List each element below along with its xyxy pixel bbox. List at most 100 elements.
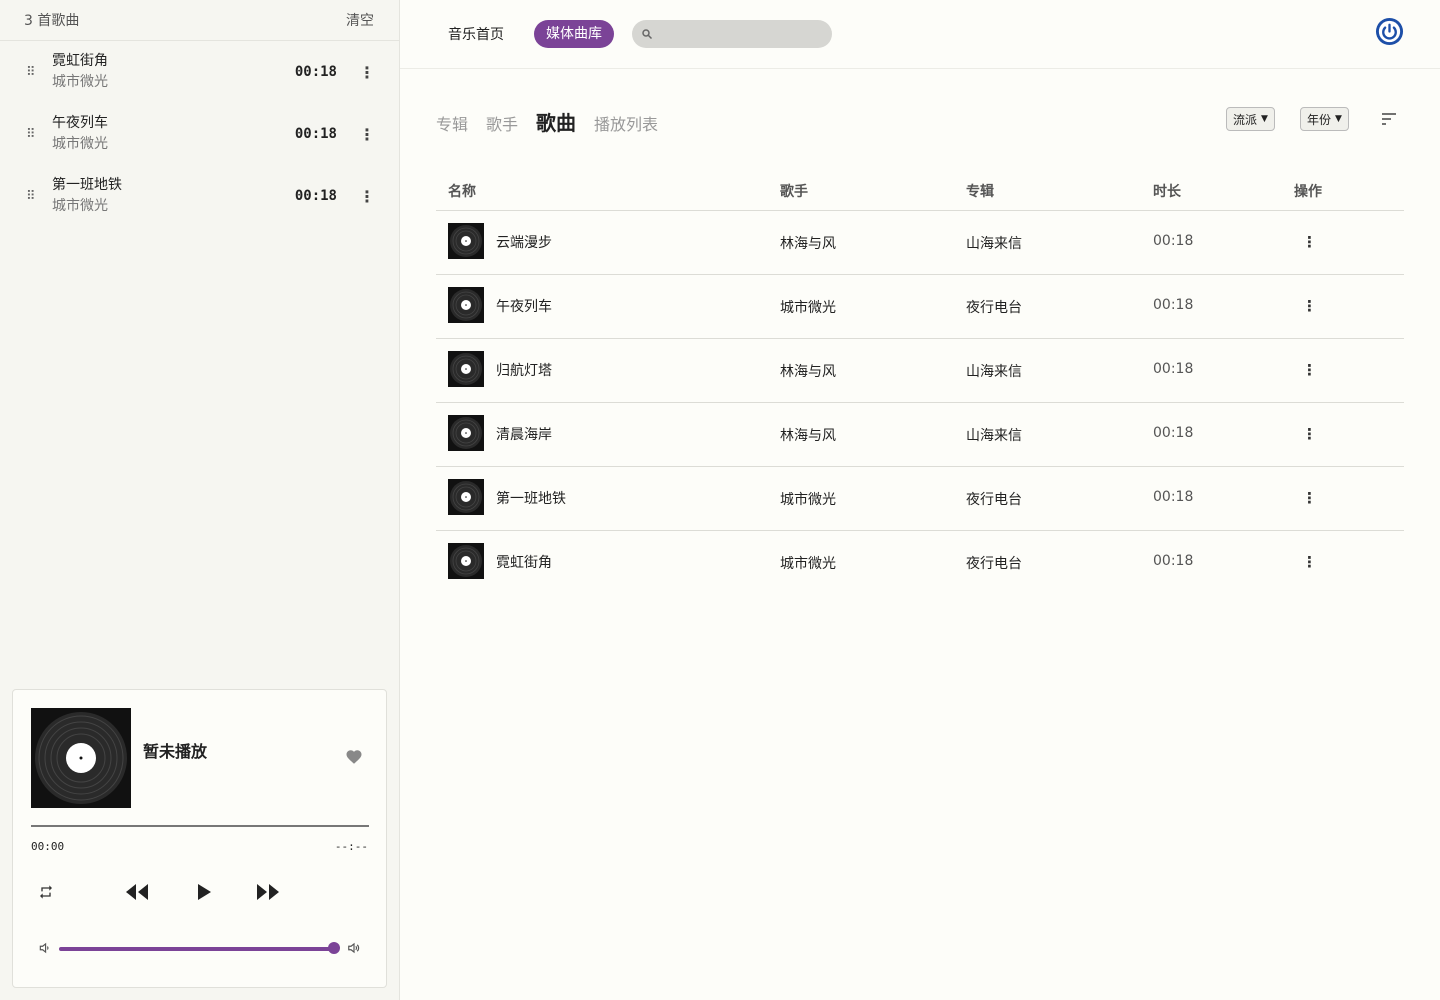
more-vert-icon[interactable]: ⋮	[1302, 297, 1317, 315]
col-album[interactable]: 专辑	[966, 181, 994, 201]
search-icon	[642, 29, 653, 40]
genre-filter-label: 流派	[1233, 112, 1258, 127]
song-artist: 林海与风	[780, 236, 836, 252]
tab-playlists[interactable]: 播放列表	[594, 111, 658, 135]
table-row[interactable]: 归航灯塔 林海与风 山海来信 00:18 ⋮	[436, 339, 1404, 403]
song-album: 山海来信	[966, 236, 1022, 252]
queue-item-title: 霓虹街角	[52, 53, 108, 69]
more-vert-icon[interactable]: ⋮	[359, 63, 375, 82]
song-name: 第一班地铁	[496, 491, 566, 507]
songs-table: 名称 歌手 专辑 时长 操作 云端漫步 林海与风 山海来信 00:18 ⋮ 午夜列车 城市微…	[436, 170, 1404, 595]
song-artist: 林海与风	[780, 364, 836, 380]
nav-media-library[interactable]: 媒体曲库	[534, 20, 614, 48]
now-playing-title: 暂未播放	[143, 742, 208, 761]
song-duration: 00:18	[1153, 489, 1194, 505]
song-album: 山海来信	[966, 428, 1022, 444]
more-vert-icon[interactable]: ⋮	[359, 125, 375, 144]
play-icon[interactable]	[195, 882, 213, 902]
song-thumbnail	[448, 543, 484, 579]
more-vert-icon[interactable]: ⋮	[1302, 361, 1317, 379]
library-tabs: 专辑 歌手 歌曲 播放列表	[436, 107, 676, 136]
main-content: 音乐首页 媒体曲库 专辑 歌手 歌曲 播放列表 流派 ▼ 年份 ▼ 名称 歌手 …	[400, 0, 1440, 1000]
queue-item[interactable]: ⠿ 霓虹街角 城市微光 00:18 ⋮	[0, 41, 399, 103]
queue-header: 3 首歌曲 清空	[0, 0, 399, 41]
table-row[interactable]: 霓虹街角 城市微光 夜行电台 00:18 ⋮	[436, 531, 1404, 595]
search-box[interactable]	[632, 20, 832, 48]
fast-forward-icon[interactable]	[256, 882, 280, 902]
drag-handle-icon[interactable]: ⠿	[26, 65, 42, 80]
song-artist: 城市微光	[780, 556, 836, 572]
rewind-icon[interactable]	[125, 882, 149, 902]
song-thumbnail	[448, 415, 484, 451]
song-artist: 林海与风	[780, 428, 836, 444]
progress-bar[interactable]	[31, 825, 369, 827]
more-vert-icon[interactable]: ⋮	[1302, 489, 1317, 507]
chevron-down-icon: ▼	[1335, 114, 1342, 124]
queue-item-artist: 城市微光	[52, 74, 108, 90]
song-name: 霓虹街角	[496, 555, 552, 571]
year-filter-label: 年份	[1307, 112, 1332, 127]
more-vert-icon[interactable]: ⋮	[1302, 233, 1317, 251]
repeat-icon[interactable]	[38, 884, 54, 900]
top-bar: 音乐首页 媒体曲库	[400, 0, 1440, 69]
col-duration[interactable]: 时长	[1153, 181, 1181, 201]
song-thumbnail	[448, 287, 484, 323]
queue-item-title: 第一班地铁	[52, 177, 122, 193]
queue-item-artist: 城市微光	[52, 198, 108, 214]
heart-icon[interactable]	[345, 748, 363, 766]
search-input[interactable]	[658, 20, 826, 48]
song-album: 山海来信	[966, 364, 1022, 380]
queue-item[interactable]: ⠿ 午夜列车 城市微光 00:18 ⋮	[0, 103, 399, 165]
drag-handle-icon[interactable]: ⠿	[26, 189, 42, 204]
song-album: 夜行电台	[966, 300, 1022, 316]
album-cover	[31, 708, 131, 808]
col-name[interactable]: 名称	[448, 181, 476, 201]
song-thumbnail	[448, 479, 484, 515]
song-duration: 00:18	[1153, 361, 1194, 377]
nav-music-home[interactable]: 音乐首页	[448, 24, 504, 44]
volume-low-icon	[39, 942, 49, 954]
queue-item-title: 午夜列车	[52, 115, 108, 131]
genre-filter[interactable]: 流派 ▼	[1226, 107, 1275, 131]
tab-songs[interactable]: 歌曲	[536, 107, 576, 136]
clear-queue-button[interactable]: 清空	[346, 10, 374, 30]
more-vert-icon[interactable]: ⋮	[1302, 425, 1317, 443]
song-duration: 00:18	[1153, 553, 1194, 569]
table-row[interactable]: 清晨海岸 林海与风 山海来信 00:18 ⋮	[436, 403, 1404, 467]
queue-item[interactable]: ⠿ 第一班地铁 城市微光 00:18 ⋮	[0, 165, 399, 227]
volume-high-icon	[348, 942, 360, 954]
song-artist: 城市微光	[780, 492, 836, 508]
more-vert-icon[interactable]: ⋮	[359, 187, 375, 206]
table-row[interactable]: 午夜列车 城市微光 夜行电台 00:18 ⋮	[436, 275, 1404, 339]
volume-slider-handle[interactable]	[328, 942, 340, 954]
year-filter[interactable]: 年份 ▼	[1300, 107, 1349, 131]
song-duration: 00:18	[1153, 233, 1194, 249]
tab-albums[interactable]: 专辑	[436, 111, 468, 135]
tab-artists[interactable]: 歌手	[486, 111, 518, 135]
table-row[interactable]: 第一班地铁 城市微光 夜行电台 00:18 ⋮	[436, 467, 1404, 531]
song-name: 归航灯塔	[496, 363, 552, 379]
table-row[interactable]: 云端漫步 林海与风 山海来信 00:18 ⋮	[436, 211, 1404, 275]
current-time: 00:00	[31, 840, 65, 853]
queue-item-info: 霓虹街角 城市微光	[52, 51, 295, 93]
song-name: 云端漫步	[496, 235, 552, 251]
song-album: 夜行电台	[966, 556, 1022, 572]
queue-panel: 3 首歌曲 清空 ⠿ 霓虹街角 城市微光 00:18 ⋮ ⠿ 午夜列车 城市微光…	[0, 0, 400, 1000]
col-actions: 操作	[1294, 184, 1322, 200]
queue-item-info: 第一班地铁 城市微光	[52, 175, 295, 217]
queue-count: 3 首歌曲	[24, 13, 80, 29]
volume-slider[interactable]	[59, 947, 335, 951]
queue-item-duration: 00:18	[294, 64, 337, 80]
song-duration: 00:18	[1153, 297, 1194, 313]
chevron-down-icon: ▼	[1261, 114, 1268, 124]
drag-handle-icon[interactable]: ⠿	[26, 127, 42, 142]
song-album: 夜行电台	[966, 492, 1022, 508]
song-duration: 00:18	[1153, 425, 1194, 441]
queue-item-duration: 00:18	[294, 126, 337, 142]
power-icon[interactable]	[1375, 17, 1404, 46]
more-vert-icon[interactable]: ⋮	[1302, 553, 1317, 571]
sort-icon[interactable]	[1381, 112, 1397, 126]
queue-item-artist: 城市微光	[52, 136, 108, 152]
col-artist[interactable]: 歌手	[780, 181, 808, 201]
table-header: 名称 歌手 专辑 时长 操作	[436, 170, 1404, 211]
